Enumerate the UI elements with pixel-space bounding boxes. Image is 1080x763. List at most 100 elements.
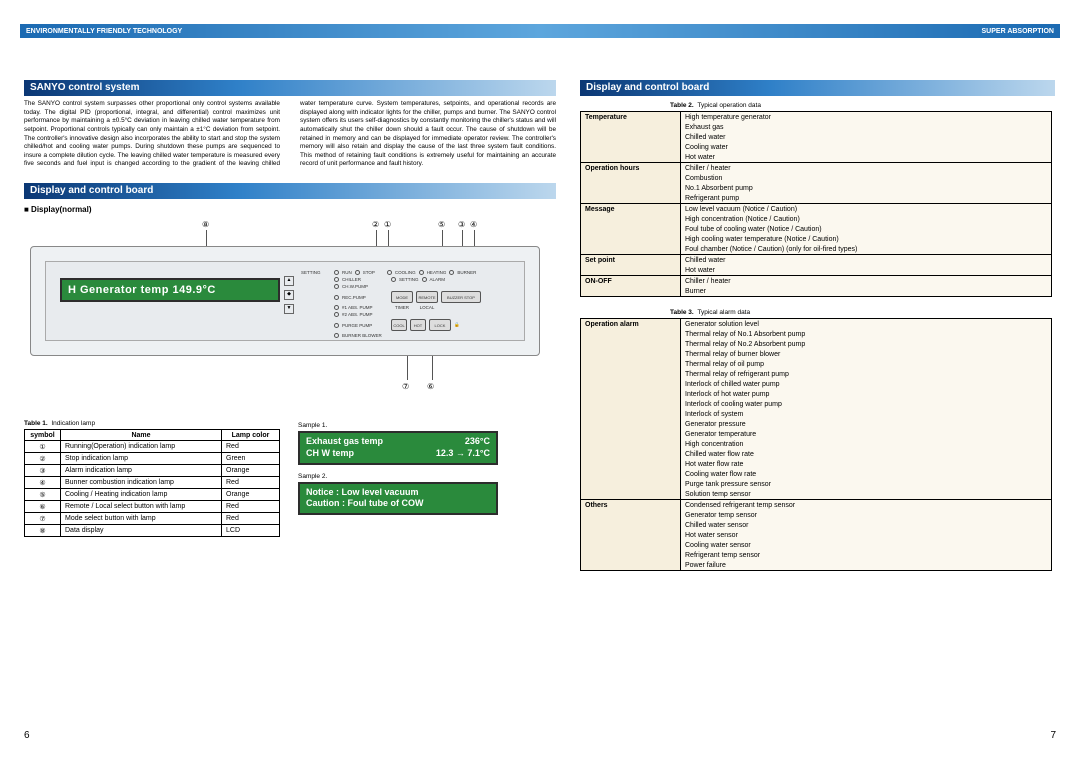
- table2: TemperatureHigh temperature generator Ex…: [580, 111, 1052, 297]
- group-key: [581, 244, 681, 255]
- th-symbol: symbol: [25, 430, 61, 441]
- dot-burner: [449, 270, 454, 275]
- cell: High temperature generator: [681, 112, 1052, 123]
- group-key: [581, 429, 681, 439]
- group-key: Operation alarm: [581, 319, 681, 330]
- btn-cool[interactable]: COOL: [391, 319, 407, 331]
- table-row: Refrigerant temp sensor: [581, 550, 1052, 560]
- cell: Alarm indication lamp: [61, 465, 222, 477]
- table-row: Hot water flow rate: [581, 459, 1052, 469]
- sample2-label: Sample 2.: [298, 473, 508, 480]
- lcd-sample2: Notice : Low level vacuum Caution : Foul…: [298, 482, 498, 515]
- cell: Interlock of cooling water pump: [681, 399, 1052, 409]
- lbl-cooling: COOLING: [395, 270, 416, 275]
- dot-stop: [355, 270, 360, 275]
- cell: Exhaust gas: [681, 122, 1052, 132]
- dot-cooling: [387, 270, 392, 275]
- cell: Chilled water: [681, 255, 1052, 266]
- dot: [334, 295, 339, 300]
- cell: Refrigerant temp sensor: [681, 550, 1052, 560]
- cell: Orange: [222, 489, 280, 501]
- group-key: [581, 479, 681, 489]
- cell: Chiller / heater: [681, 163, 1052, 174]
- group-key: [581, 469, 681, 479]
- cell: Data display: [61, 525, 222, 537]
- cell: High concentration: [681, 439, 1052, 449]
- cell: Thermal relay of No.2 Absorbent pump: [681, 339, 1052, 349]
- table-row: Operation hoursChiller / heater: [581, 163, 1052, 174]
- right-column: Display and control board Table 2. Typic…: [580, 80, 1055, 571]
- down-button[interactable]: ▼: [284, 304, 294, 314]
- group-key: [581, 214, 681, 224]
- cell: Cooling water: [681, 142, 1052, 152]
- callout-4: ④: [470, 220, 477, 229]
- cell: High concentration (Notice / Caution): [681, 214, 1052, 224]
- cell: Hot water: [681, 152, 1052, 163]
- lbl-local: LOCAL: [416, 305, 438, 310]
- mid-button[interactable]: ◆: [284, 290, 294, 300]
- btn-hot[interactable]: HOT: [410, 319, 426, 331]
- table-row: Chilled water flow rate: [581, 449, 1052, 459]
- table-row: Operation alarmGenerator solution level: [581, 319, 1052, 330]
- topbar-left: ENVIRONMENTALLY FRIENDLY TECHNOLOGY: [26, 28, 182, 35]
- btn-buzzer[interactable]: BUZZER STOP: [441, 291, 481, 303]
- table-row: ⑥Remote / Local select button with lampR…: [25, 501, 280, 513]
- group-key: Message: [581, 204, 681, 215]
- callout-3: ③: [458, 220, 465, 229]
- th-color: Lamp color: [222, 430, 280, 441]
- callout-2: ②: [372, 220, 379, 229]
- control-indicators: SETTING RUN STOP COOLING HEATING BURNER …: [301, 270, 514, 332]
- group-key: [581, 183, 681, 193]
- dot: [334, 333, 339, 338]
- group-key: [581, 234, 681, 244]
- dot-heating: [419, 270, 424, 275]
- table-row: Thermal relay of refrigerant pump: [581, 369, 1052, 379]
- table-row: Interlock of chilled water pump: [581, 379, 1052, 389]
- btn-remote[interactable]: REMOTE: [416, 291, 438, 303]
- cell: Thermal relay of oil pump: [681, 359, 1052, 369]
- cell: Hot water flow rate: [681, 459, 1052, 469]
- lbl-burner: BURNER: [457, 270, 476, 275]
- table-row: ⑤Cooling / Heating indication lampOrange: [25, 489, 280, 501]
- group-key: [581, 369, 681, 379]
- table-row: ①Running(Operation) indication lampRed: [25, 441, 280, 453]
- cell: Green: [222, 453, 280, 465]
- lbl-timer: TIMER: [391, 305, 413, 310]
- table-row: Chilled water sensor: [581, 520, 1052, 530]
- table-row: Interlock of system: [581, 409, 1052, 419]
- cell: Chilled water: [681, 132, 1052, 142]
- cell: Interlock of system: [681, 409, 1052, 419]
- cell: Interlock of chilled water pump: [681, 379, 1052, 389]
- callout-5: ⑤: [438, 220, 445, 229]
- sample1-label: Sample 1.: [298, 422, 508, 429]
- cell: Purge tank pressure sensor: [681, 479, 1052, 489]
- cell: ⑧: [25, 525, 61, 537]
- cell: ③: [25, 465, 61, 477]
- cell: Chilled water sensor: [681, 520, 1052, 530]
- table-row: Thermal relay of No.2 Absorbent pump: [581, 339, 1052, 349]
- callout-8: ⑧: [202, 220, 209, 229]
- page-spread: ENVIRONMENTALLY FRIENDLY TECHNOLOGY SUPE…: [0, 0, 1080, 763]
- cell: LCD: [222, 525, 280, 537]
- cell: Refrigerant pump: [681, 193, 1052, 204]
- btn-mode[interactable]: MODE: [391, 291, 413, 303]
- cell: High cooling water temperature (Notice /…: [681, 234, 1052, 244]
- dot: [334, 277, 339, 282]
- btn-lock[interactable]: LOCK: [429, 319, 451, 331]
- cell: ⑤: [25, 489, 61, 501]
- group-key: [581, 560, 681, 571]
- section-title-display: Display and control board: [24, 183, 556, 199]
- lbl-chwpump: CH.W.PUMP: [342, 284, 388, 289]
- table-row: Burner: [581, 286, 1052, 297]
- table-row: Power failure: [581, 560, 1052, 571]
- table-row: ON-OFFChiller / heater: [581, 276, 1052, 287]
- cell: Red: [222, 441, 280, 453]
- lbl-chiller: CHILLER: [342, 277, 388, 282]
- group-key: [581, 520, 681, 530]
- section-title-sanyo: SANYO control system: [24, 80, 556, 96]
- up-button[interactable]: ▲: [284, 276, 294, 286]
- table-row: Refrigerant pump: [581, 193, 1052, 204]
- table-row: Generator pressure: [581, 419, 1052, 429]
- body-text: The SANYO control system surpasses other…: [24, 100, 556, 169]
- table-row: OthersCondensed refrigerant temp sensor: [581, 500, 1052, 511]
